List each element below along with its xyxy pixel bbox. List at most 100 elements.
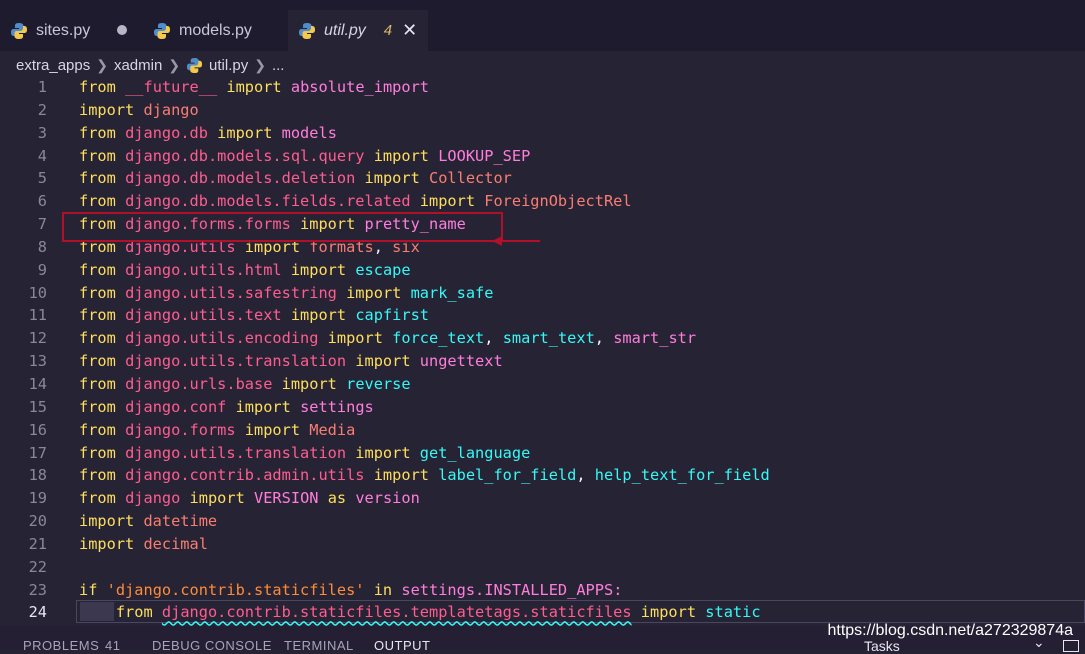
chevron-right-icon: ❯ [96,56,108,73]
code-token: import [217,78,291,96]
code-line[interactable]: 3 from django.db import models [0,122,1085,145]
code-text: from django.utils.translation import ung… [79,350,503,373]
code-line[interactable]: 18 from django.contrib.admin.utils import… [0,464,1085,487]
line-number: 9 [37,260,47,279]
code-line[interactable]: 21 import decimal [0,533,1085,556]
line-number: 1 [37,78,47,96]
breadcrumb-file[interactable]: util.py [209,57,248,74]
code-line[interactable]: 1 from __future__ import absolute_import [0,76,1085,99]
code-token: if [79,580,107,599]
tasks-dropdown[interactable]: Tasks [864,638,900,654]
code-line[interactable]: 15 from django.conf import settings [0,396,1085,419]
python-icon [154,22,170,39]
close-tab-icon[interactable]: ✕ [402,20,417,41]
code-token: import [364,146,439,165]
code-line[interactable]: 6 from django.db.models.fields.related im… [0,190,1085,213]
code-token: import [207,123,282,142]
code-text: from django.contrib.admin.utils import l… [79,464,770,487]
code-token: django.utils.html [125,260,282,279]
code-token: 'django.contrib.staticfiles' [106,580,365,599]
code-token: from [79,169,126,188]
chevron-right-icon: ❯ [254,56,266,73]
code-token: smart_str [613,329,697,348]
line-number: 10 [28,283,47,302]
code-line[interactable]: 13 from django.utils.translation import u… [0,350,1085,373]
code-token: , [594,329,614,348]
code-line[interactable]: 14 from django.urls.base import reverse [0,373,1085,396]
line-number: 2 [37,100,47,119]
code-token: import [346,443,420,462]
code-text: if 'django.contrib.staticfiles' in setti… [79,579,622,602]
code-line[interactable]: 11 from django.utils.text import capfirst [0,304,1085,327]
code-line[interactable]: 12 from django.utils.encoding import forc… [0,327,1085,350]
panel-tab-terminal[interactable]: TERMINAL [284,638,354,653]
code-token: django [125,489,181,508]
code-token: from [79,374,126,393]
breadcrumb-more[interactable]: ... [272,57,285,74]
tab-util-py[interactable]: util.py 4 ✕ [288,10,428,51]
code-line[interactable]: 23 if 'django.contrib.staticfiles' in set… [0,579,1085,602]
line-number: 16 [28,420,47,439]
code-line[interactable]: 22 [0,556,1085,579]
code-token: , [576,466,595,485]
line-number: 4 [37,146,47,165]
code-token: from [79,146,126,165]
tab-models-py[interactable]: models.py [153,10,288,51]
code-token: django.urls.base [125,374,273,393]
code-line[interactable]: 4 from django.db.models.sql.query import … [0,145,1085,168]
code-token: import [79,534,144,553]
code-token: as [318,489,356,508]
code-line[interactable]: 19 from django import VERSION as version [0,487,1085,510]
code-token: import [235,420,310,439]
code-token: django [143,100,199,119]
code-token: from [79,78,126,96]
code-token: settings [300,397,374,416]
code-line[interactable]: 24 from django.contrib.staticfiles.templ… [0,601,1085,624]
code-line[interactable]: 17 from django.utils.translation import g… [0,442,1085,465]
code-token: from [79,443,126,462]
code-text: from django.urls.base import reverse [79,373,411,396]
line-number: 17 [28,443,47,462]
code-line[interactable]: 9 from django.utils.html import escape [0,259,1085,282]
code-token: absolute_import [290,78,430,96]
line-number: 14 [28,374,47,393]
code-text: from django.utils.encoding import force_… [79,327,696,350]
code-token: from [79,260,126,279]
unsaved-dot-icon[interactable] [117,25,127,35]
code-token: import [355,169,429,188]
tab-label: models.py [179,21,252,39]
code-token: django.db.models.deletion [125,169,356,188]
tab-label: sites.py [36,21,91,39]
code-token: django.utils.safestring [125,283,337,302]
breadcrumb-folder[interactable]: extra_apps [16,57,90,74]
maximize-panel-icon[interactable] [1063,640,1079,652]
panel-tab-output[interactable]: OUTPUT [374,638,430,653]
code-text: from django.utils.html import escape [79,259,411,282]
code-token: from [79,192,126,211]
panel-tab-problems[interactable]: PROBLEMS [23,638,99,653]
tab-bar: sites.py models.py util.py 4 ✕ [0,0,1085,51]
code-token: django.db.models.sql.query [125,146,365,165]
code-token: import [281,306,356,325]
line-number: 3 [37,123,47,142]
chevron-down-icon[interactable]: ⌄ [1033,634,1045,651]
code-line[interactable]: 16 from django.forms import Media [0,419,1085,442]
code-token: escape [355,260,411,279]
line-number: 12 [28,329,47,348]
code-editor[interactable]: 1 from __future__ import absolute_import 2… [0,76,1085,624]
code-line[interactable]: 5 from django.db.models.deletion import C… [0,167,1085,190]
code-token: django.utils.translation [125,352,347,371]
panel-tab-debug-console[interactable]: DEBUG CONSOLE [152,638,272,653]
code-token: .INSTALLED_APPS: [475,580,623,599]
line-number: 7 [37,215,47,234]
code-token: django.contrib.staticfiles.templatetags.… [161,603,632,622]
tab-sites-py[interactable]: sites.py [10,10,130,51]
line-number: 6 [37,192,47,211]
code-text: from django.db import models [79,122,337,145]
code-line[interactable]: 10 from django.utils.safestring import ma… [0,282,1085,305]
code-line[interactable]: 2 import django [0,99,1085,122]
breadcrumb-folder[interactable]: xadmin [114,57,162,74]
code-token: mark_safe [410,283,494,302]
code-line[interactable]: 20 import datetime [0,510,1085,533]
code-token: help_text_for_field [594,466,770,485]
